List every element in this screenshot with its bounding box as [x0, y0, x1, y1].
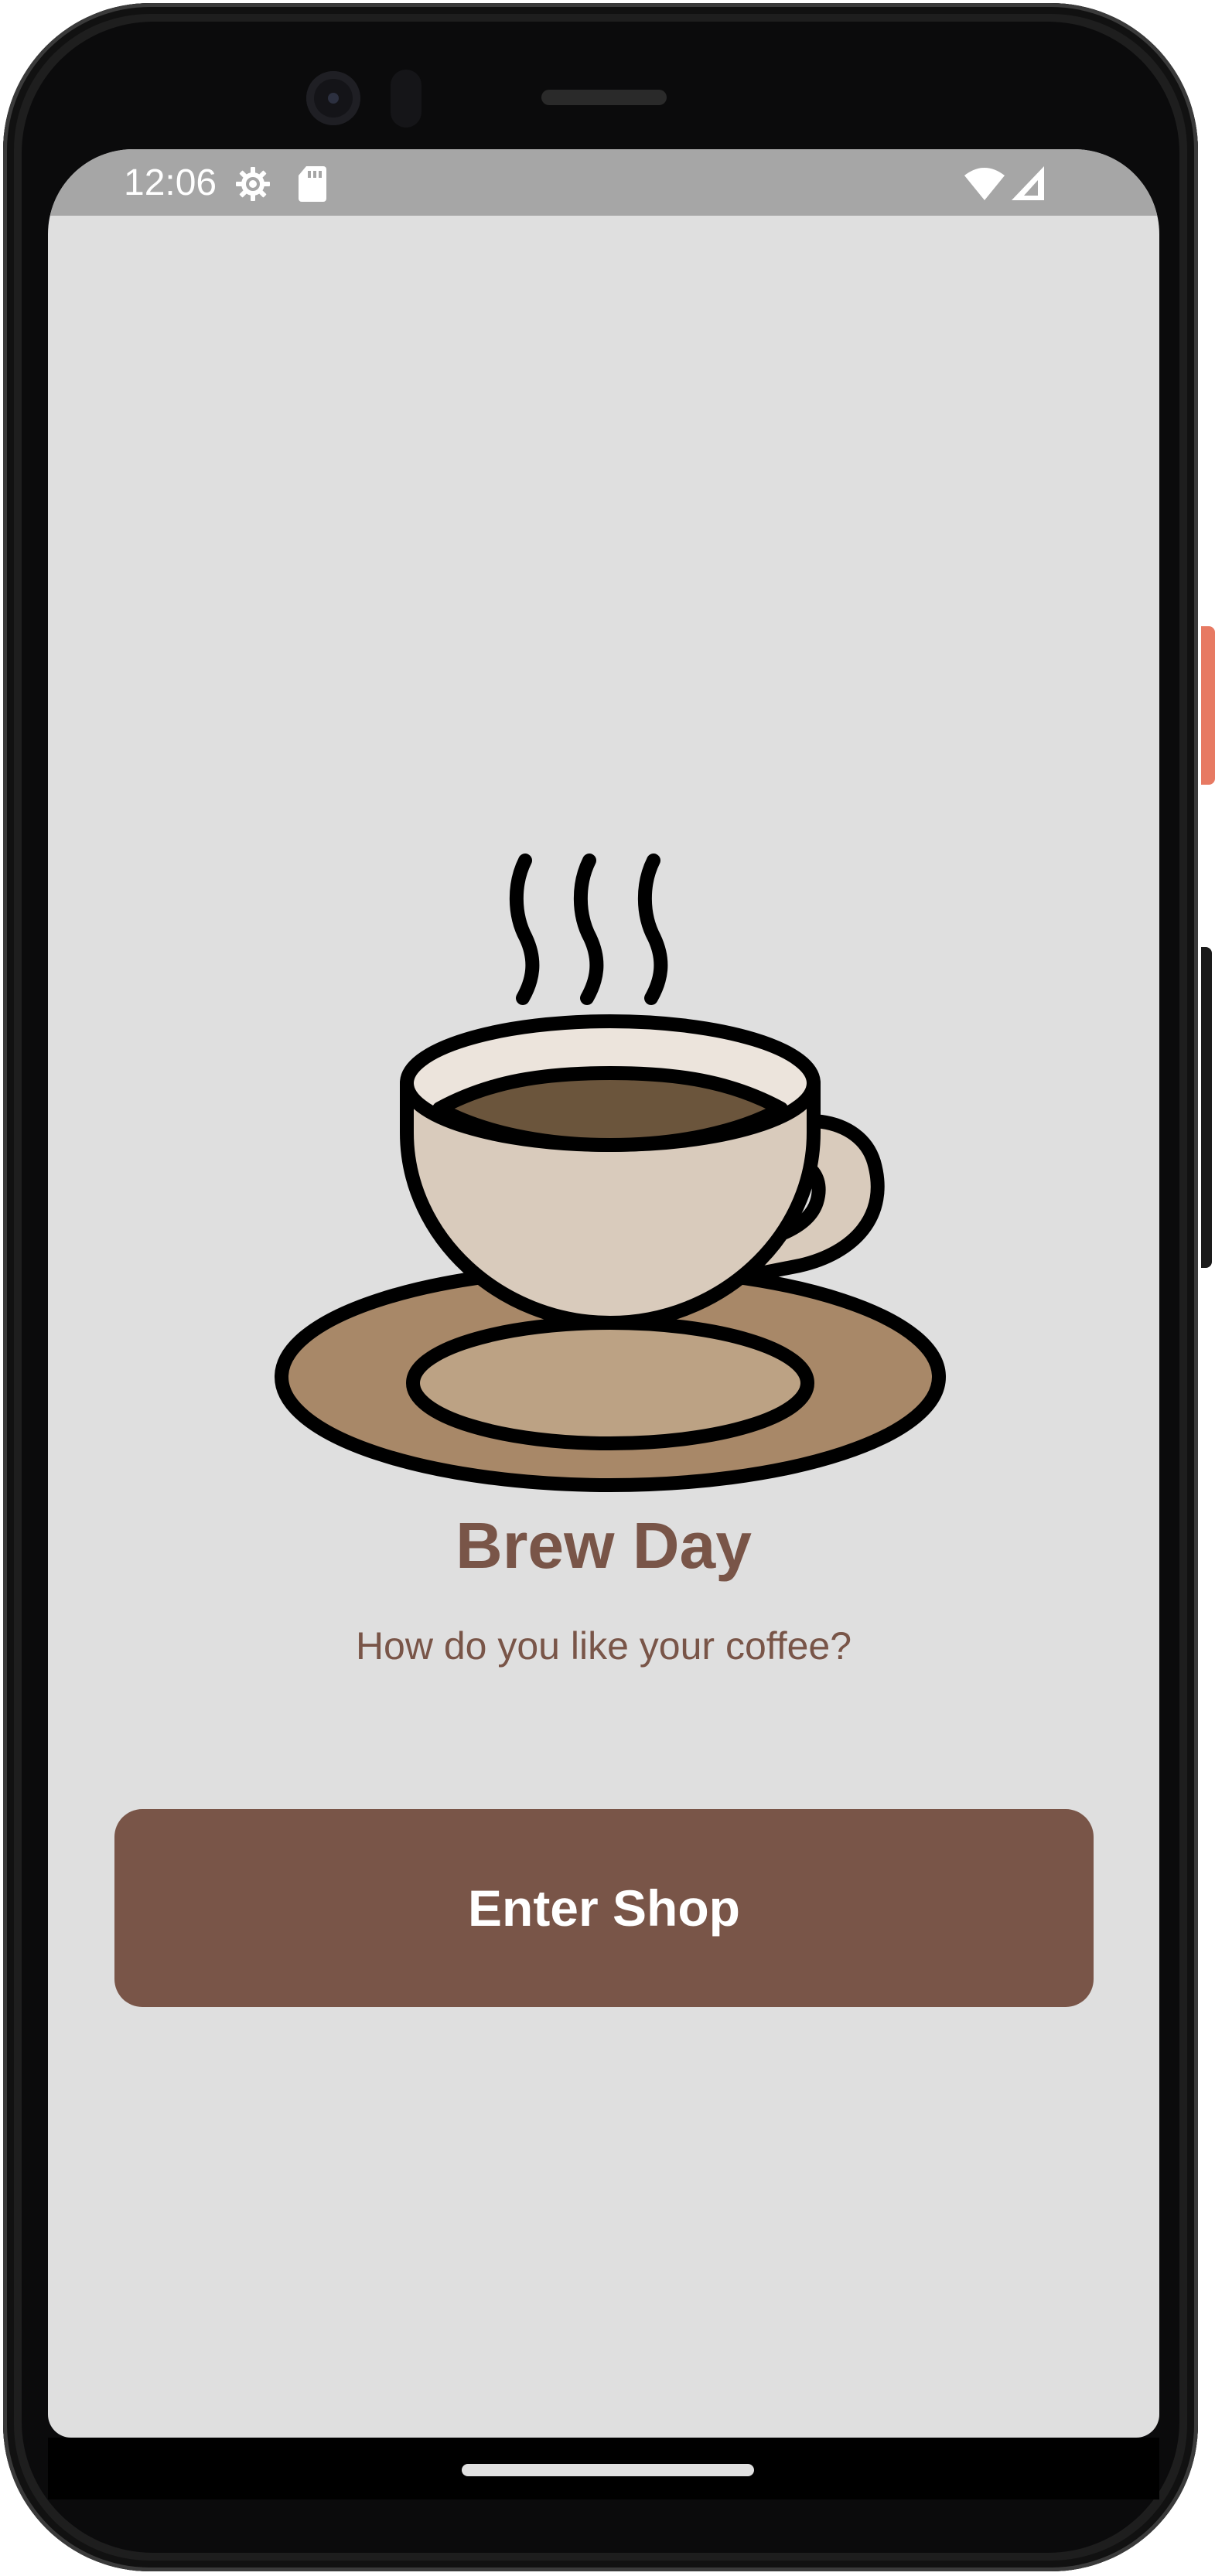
- app-screen: 12:06 Brew Day How do you like your coff…: [48, 149, 1159, 2438]
- navigation-bar: [48, 2438, 1159, 2499]
- proximity-sensor: [391, 70, 421, 128]
- status-bar: 12:06: [48, 149, 1159, 216]
- app-title: Brew Day: [456, 1509, 752, 1582]
- home-indicator[interactable]: [462, 2464, 754, 2476]
- sd-card-icon: [299, 166, 326, 202]
- wifi-icon: [964, 168, 1005, 200]
- coffee-cup-icon: [275, 854, 946, 1492]
- volume-button: [1201, 947, 1212, 1268]
- cell-signal-icon: [1012, 166, 1044, 200]
- enter-shop-button[interactable]: Enter Shop: [114, 1809, 1094, 2007]
- status-time: 12:06: [124, 162, 217, 203]
- power-button: [1201, 626, 1215, 785]
- front-camera: [306, 71, 360, 125]
- earpiece-speaker: [541, 90, 667, 105]
- settings-gear-icon: [236, 167, 270, 201]
- app-subtitle: How do you like your coffee?: [355, 1624, 852, 1668]
